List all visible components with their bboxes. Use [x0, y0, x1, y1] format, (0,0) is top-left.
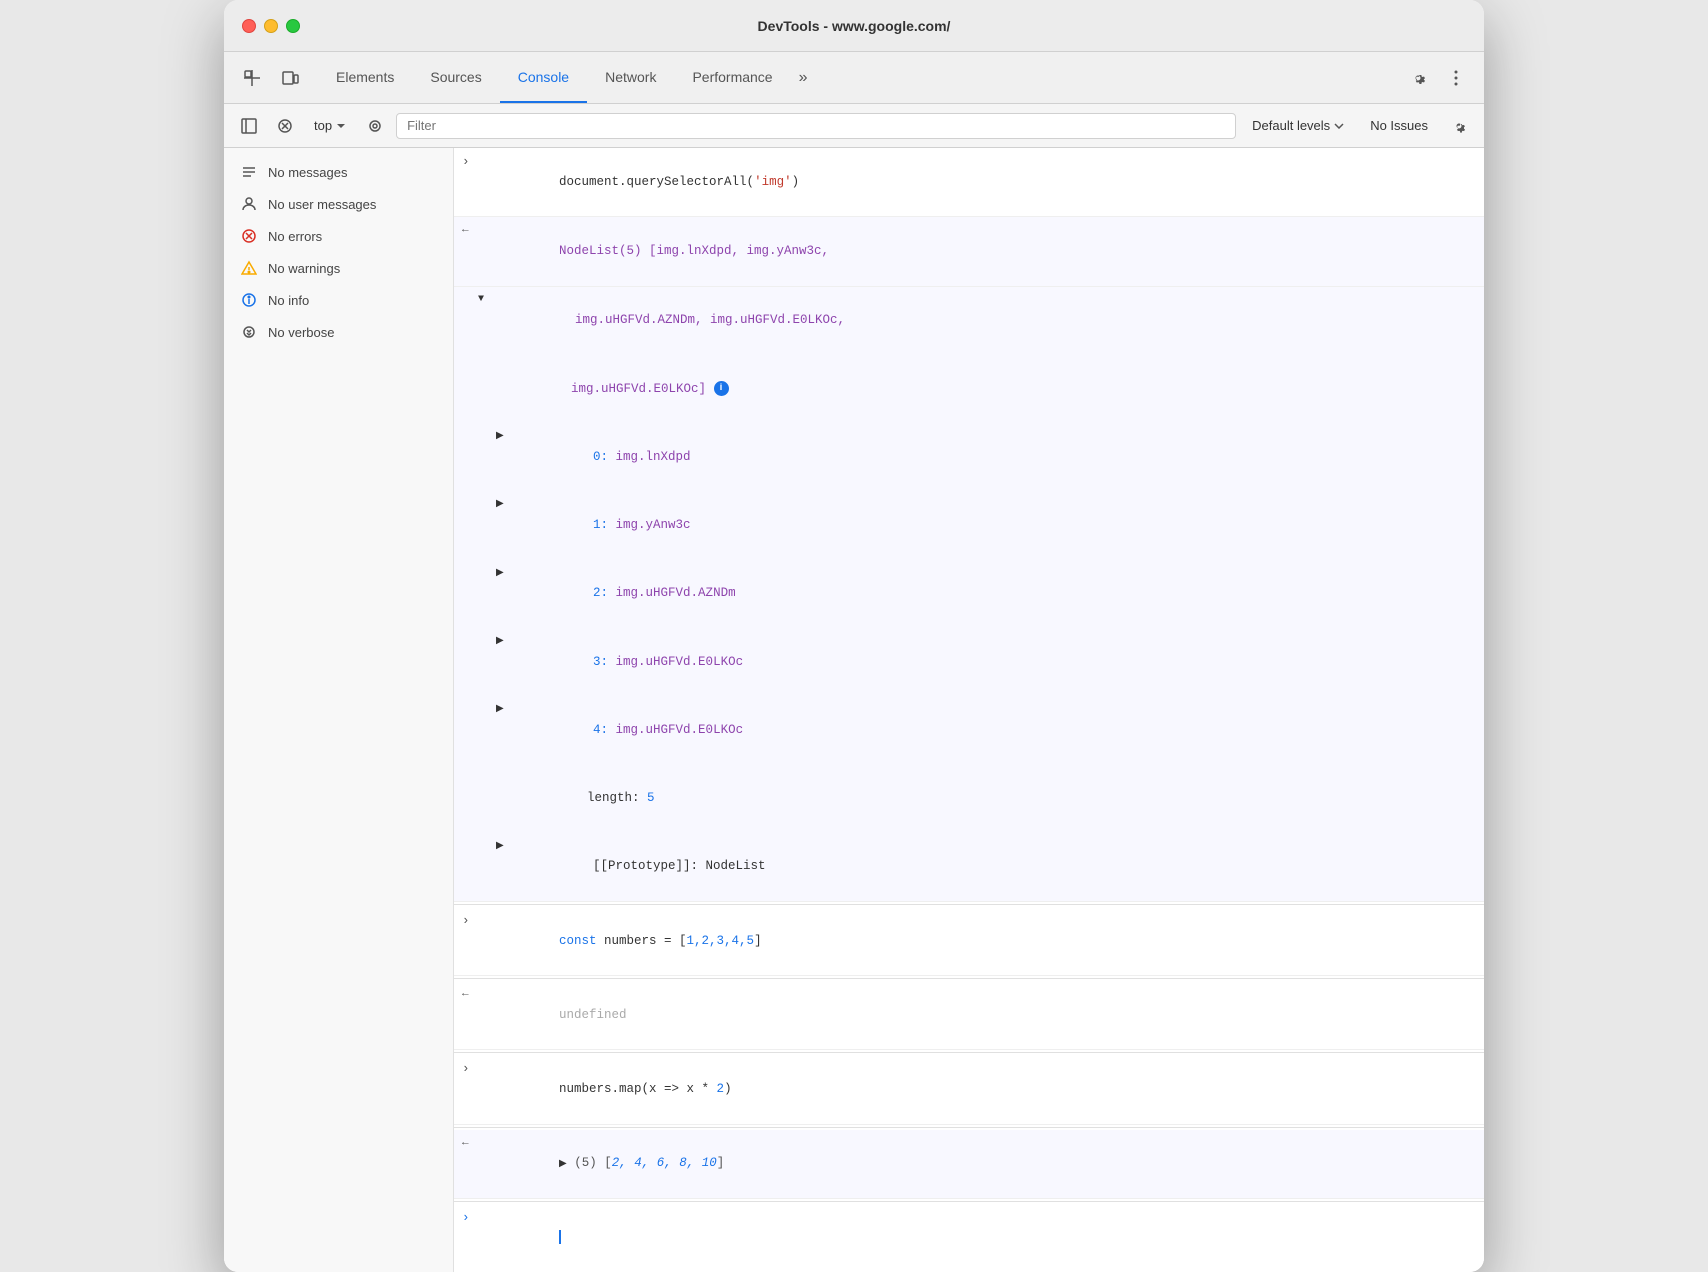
more-options-icon[interactable]	[1440, 62, 1472, 94]
console-entry: ← undefined	[454, 981, 1484, 1050]
console-entry: ← ▶ (5) [2, 4, 6, 8, 10]	[454, 1130, 1484, 1199]
console-line: 4: img.uHGFVd.E0LKOc	[518, 702, 1472, 758]
tab-performance[interactable]: Performance	[674, 52, 790, 103]
messages-icon	[240, 163, 258, 181]
console-line: document.querySelectorAll('img')	[484, 154, 1472, 210]
output-arrow: ←	[462, 1136, 478, 1149]
console-line: img.uHGFVd.E0LKOc] i	[496, 361, 1472, 417]
expand-arrow[interactable]: ▶	[496, 497, 512, 510]
expand-arrow[interactable]: ▶	[496, 702, 512, 715]
console-entry: ▼ img.uHGFVd.AZNDm, img.uHGFVd.E0LKOc,	[454, 287, 1484, 355]
console-entry: ▶ 4: img.uHGFVd.E0LKOc	[454, 696, 1484, 764]
verbose-icon	[240, 323, 258, 341]
expand-arrow[interactable]: ▶	[496, 429, 512, 442]
tabbar-right	[1402, 62, 1472, 94]
no-issues-button[interactable]: No Issues	[1360, 116, 1438, 135]
expand-arrow[interactable]: ▶	[496, 566, 512, 579]
warning-icon	[240, 259, 258, 277]
console-divider	[454, 978, 1484, 979]
console-toolbar: top Default levels No Issues	[224, 104, 1484, 148]
tabs: Elements Sources Console Network Perform…	[318, 52, 1402, 103]
console-line: [[Prototype]]: NodeList	[518, 839, 1472, 895]
console-entry: › const numbers = [1,2,3,4,5]	[454, 907, 1484, 976]
console-line: length: 5	[512, 770, 1472, 826]
console-output[interactable]: › document.querySelectorAll('img') ← Nod…	[454, 148, 1484, 1272]
sidebar-item-no-errors[interactable]: No errors	[224, 220, 453, 252]
console-line: ▶ (5) [2, 4, 6, 8, 10]	[484, 1136, 1472, 1192]
console-entry: ▶ 2: img.uHGFVd.AZNDm	[454, 560, 1484, 628]
inspect-element-icon[interactable]	[236, 62, 268, 94]
console-divider	[454, 1201, 1484, 1202]
sidebar-toggle-icon[interactable]	[234, 111, 264, 141]
console-entry: › document.querySelectorAll('img')	[454, 148, 1484, 217]
console-entry: ▶ 1: img.yAnw3c	[454, 491, 1484, 559]
traffic-lights	[242, 19, 300, 33]
console-settings-icon[interactable]	[1444, 111, 1474, 141]
sidebar-item-no-messages[interactable]: No messages	[224, 156, 453, 188]
sidebar-item-no-warnings[interactable]: No warnings	[224, 252, 453, 284]
output-arrow: ←	[462, 223, 478, 236]
main-content: No messages No user messages	[224, 148, 1484, 1272]
window-title: DevTools - www.google.com/	[758, 18, 951, 34]
output-arrow: ←	[462, 987, 478, 1000]
expand-arrow[interactable]: ▶	[496, 839, 512, 852]
input-arrow: ›	[462, 913, 478, 928]
tabbar-icons	[236, 62, 306, 94]
info-icon	[240, 291, 258, 309]
filter-input[interactable]	[396, 113, 1236, 139]
input-arrow: ›	[462, 1061, 478, 1076]
minimize-button[interactable]	[264, 19, 278, 33]
console-entry: length: 5	[454, 764, 1484, 832]
error-icon	[240, 227, 258, 245]
input-prompt: ›	[462, 1210, 478, 1225]
titlebar: DevTools - www.google.com/	[224, 0, 1484, 52]
console-line: NodeList(5) [img.lnXdpd, img.yAnw3c,	[484, 223, 1472, 279]
sidebar-item-no-verbose[interactable]: No verbose	[224, 316, 453, 348]
tab-network[interactable]: Network	[587, 52, 674, 103]
settings-icon[interactable]	[1402, 62, 1434, 94]
console-line: img.uHGFVd.AZNDm, img.uHGFVd.E0LKOc,	[500, 293, 1472, 349]
sidebar-item-no-info[interactable]: No info	[224, 284, 453, 316]
expand-arrow[interactable]: ▼	[478, 293, 494, 305]
more-tabs-button[interactable]: »	[791, 69, 816, 87]
context-selector[interactable]: top	[306, 116, 354, 135]
console-input[interactable]	[484, 1210, 1472, 1266]
console-line: const numbers = [1,2,3,4,5]	[484, 913, 1472, 969]
console-input-row[interactable]: ›	[454, 1204, 1484, 1272]
console-line: 1: img.yAnw3c	[518, 497, 1472, 553]
cursor	[559, 1230, 561, 1244]
clear-console-icon[interactable]	[270, 111, 300, 141]
console-line: 2: img.uHGFVd.AZNDm	[518, 566, 1472, 622]
maximize-button[interactable]	[286, 19, 300, 33]
console-entry: ← NodeList(5) [img.lnXdpd, img.yAnw3c,	[454, 217, 1484, 286]
console-entry: ▶ 3: img.uHGFVd.E0LKOc	[454, 628, 1484, 696]
console-entry: ▶ [[Prototype]]: NodeList	[454, 833, 1484, 902]
console-divider	[454, 1052, 1484, 1053]
sidebar-item-no-user-messages[interactable]: No user messages	[224, 188, 453, 220]
device-toolbar-icon[interactable]	[274, 62, 306, 94]
sidebar: No messages No user messages	[224, 148, 454, 1272]
log-level-selector[interactable]: Default levels	[1242, 116, 1354, 135]
console-line: 3: img.uHGFVd.E0LKOc	[518, 634, 1472, 690]
console-entry: › numbers.map(x => x * 2)	[454, 1055, 1484, 1124]
close-button[interactable]	[242, 19, 256, 33]
live-expressions-icon[interactable]	[360, 111, 390, 141]
console-line: 0: img.lnXdpd	[518, 429, 1472, 485]
console-entry: img.uHGFVd.E0LKOc] i	[454, 355, 1484, 423]
expand-arrow[interactable]: ▶	[496, 634, 512, 647]
console-line: numbers.map(x => x * 2)	[484, 1061, 1472, 1117]
tab-sources[interactable]: Sources	[412, 52, 499, 103]
console-line: undefined	[484, 987, 1472, 1043]
input-arrow: ›	[462, 154, 478, 169]
console-divider	[454, 1127, 1484, 1128]
console-divider	[454, 904, 1484, 905]
tab-console[interactable]: Console	[500, 52, 587, 103]
tab-elements[interactable]: Elements	[318, 52, 412, 103]
devtools-window: DevTools - www.google.com/ Elements	[224, 0, 1484, 1272]
user-icon	[240, 195, 258, 213]
tabbar: Elements Sources Console Network Perform…	[224, 52, 1484, 104]
console-entry: ▶ 0: img.lnXdpd	[454, 423, 1484, 491]
